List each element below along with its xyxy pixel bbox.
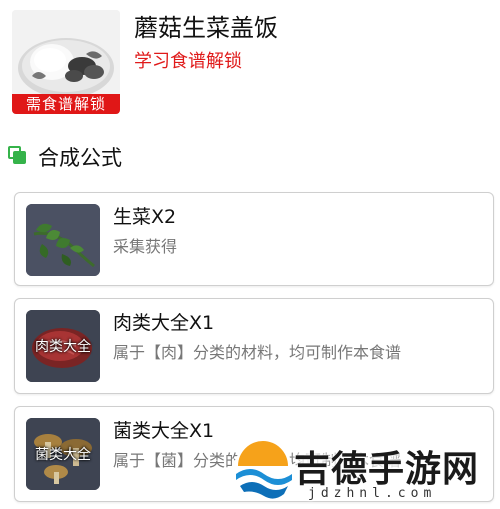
ingredient-name: 肉类大全X1 [113, 312, 215, 334]
meat-icon: 肉类大全 [26, 310, 100, 382]
dish-image[interactable]: 需食谱解锁 [12, 10, 120, 114]
ingredient-card[interactable]: 生菜X2 采集获得 [14, 192, 494, 286]
unlock-hint: 学习食谱解锁 [134, 51, 242, 72]
dish-title: 蘑菇生菜盖饭 [134, 14, 278, 42]
thumb-label: 菌类大全 [35, 447, 91, 463]
site-watermark: 吉德手游网 jdzhnl.com [228, 436, 498, 506]
ingredient-name: 生菜X2 [113, 206, 177, 228]
thumb-label: 肉类大全 [35, 339, 91, 355]
mushroom-icon: 菌类大全 [26, 418, 100, 490]
recipe-header: 需食谱解锁 蘑菇生菜盖饭 学习食谱解锁 [0, 0, 500, 125]
section-title: 合成公式 [38, 146, 122, 170]
lettuce-icon [26, 204, 100, 276]
layers-icon [8, 146, 28, 166]
lock-banner: 需食谱解锁 [12, 94, 120, 114]
ingredient-name: 菌类大全X1 [113, 420, 215, 442]
ingredient-desc: 采集获得 [113, 237, 178, 256]
ingredient-card[interactable]: 肉类大全 肉类大全X1 属于【肉】分类的材料，均可制作本食谱 [14, 298, 494, 394]
thumb-label [26, 204, 100, 276]
ingredient-desc: 属于【肉】分类的材料，均可制作本食谱 [113, 343, 402, 362]
watermark-logo-icon [233, 441, 293, 501]
watermark-text: 吉德手游网 [294, 449, 480, 490]
watermark-url: jdzhnl.com [308, 486, 437, 501]
